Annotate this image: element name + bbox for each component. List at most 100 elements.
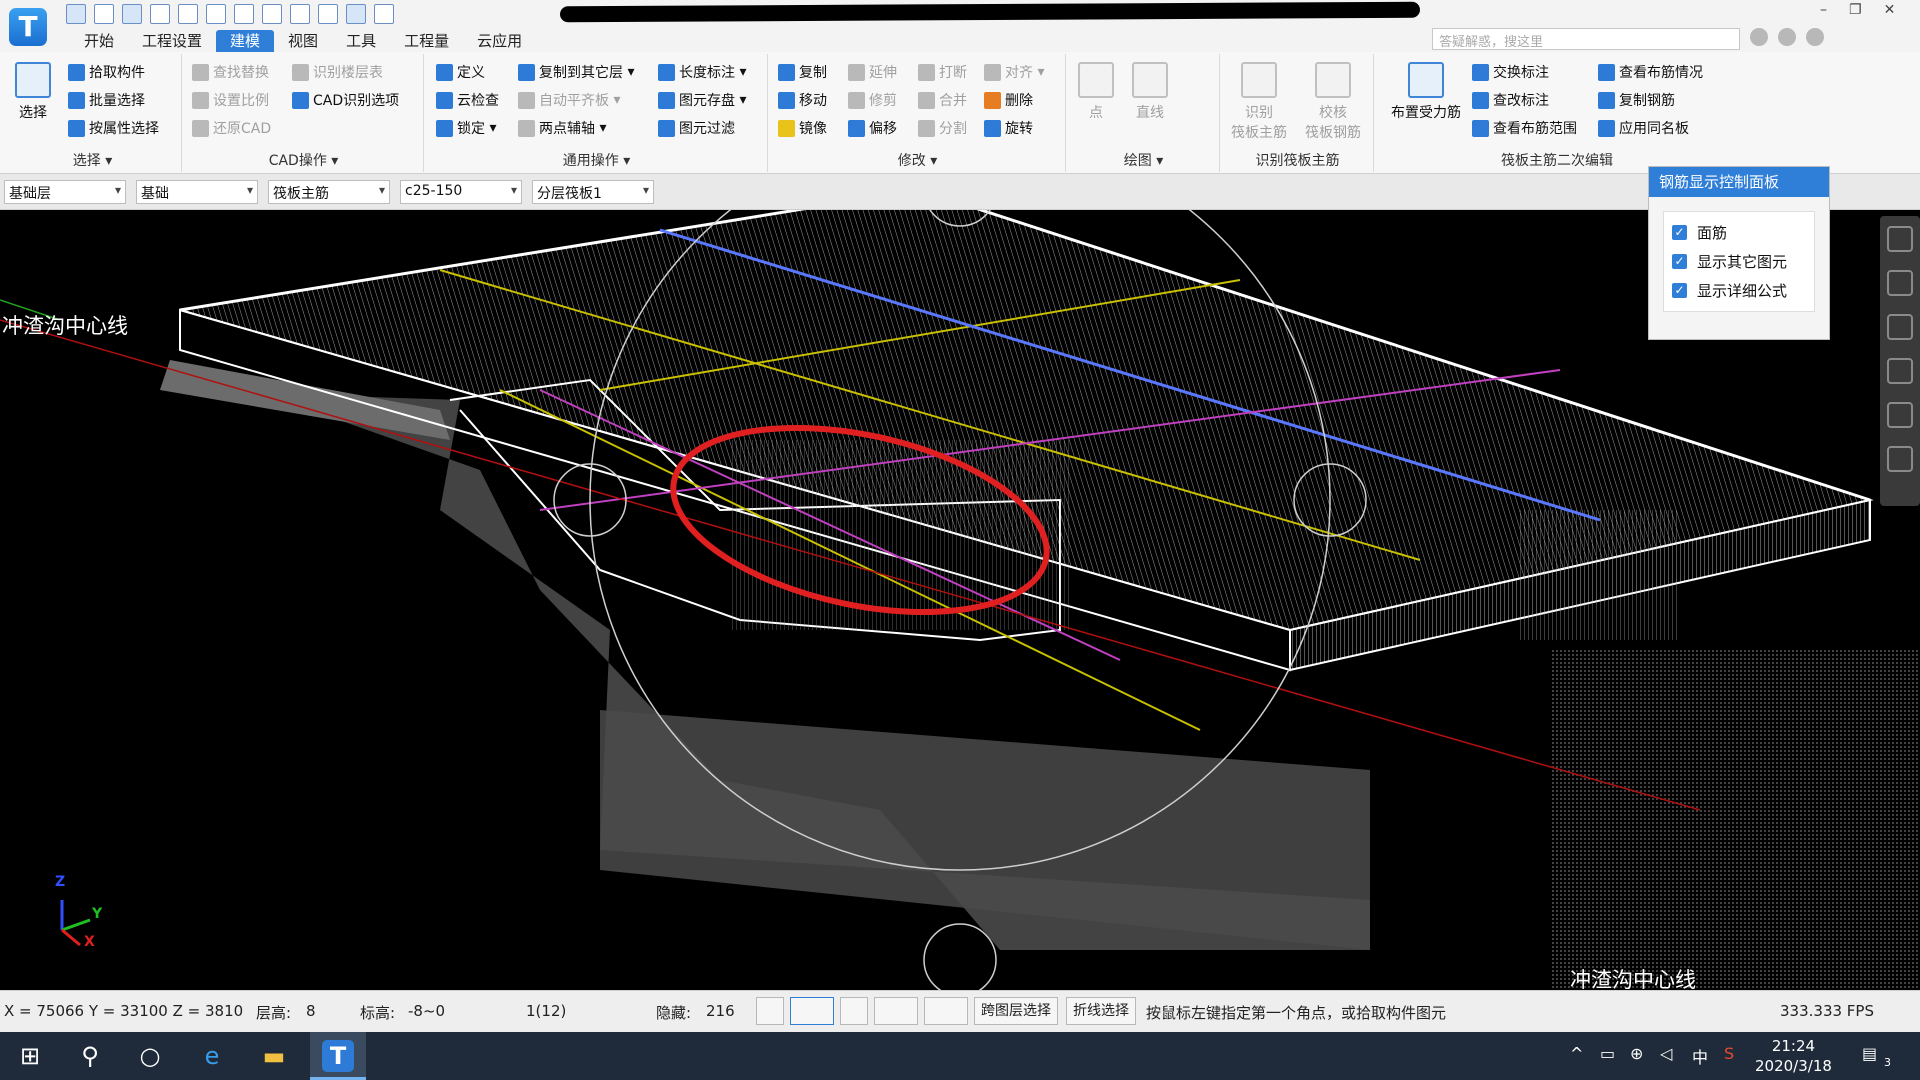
windows-start-icon[interactable]: ⊞: [14, 1040, 46, 1072]
clock[interactable]: 21:24 2020/3/18: [1755, 1036, 1832, 1076]
swap-annotation-button[interactable]: 交换标注: [1472, 60, 1549, 84]
sum-icon[interactable]: [206, 4, 226, 24]
save-icon[interactable]: [66, 4, 86, 24]
tab-start[interactable]: 开始: [70, 30, 128, 52]
layer-select[interactable]: 分层筏板1: [532, 180, 654, 204]
view-rebar-layout-button[interactable]: 查看布筋情况: [1598, 60, 1703, 84]
define-button[interactable]: 定义: [436, 60, 485, 84]
user-icon[interactable]: [1750, 28, 1768, 46]
move-button[interactable]: 移动: [778, 88, 827, 112]
copy-rebar-button[interactable]: 复制钢筋: [1598, 88, 1675, 112]
two-point-axis-button[interactable]: 两点辅轴 ▾: [518, 116, 606, 140]
tab-modeling[interactable]: 建模: [216, 30, 275, 52]
offset-button[interactable]: 偏移: [848, 116, 897, 140]
tab-cloud[interactable]: 云应用: [463, 30, 536, 52]
mirror-button[interactable]: 镜像: [778, 116, 827, 140]
lock-button[interactable]: 锁定 ▾: [436, 116, 496, 140]
modify-group-label[interactable]: 修改 ▾: [770, 150, 1065, 170]
trim-button[interactable]: 修剪: [848, 88, 897, 112]
save-element-button[interactable]: 图元存盘 ▾: [658, 88, 746, 112]
cad-options-button[interactable]: CAD识别选项: [292, 88, 399, 112]
length-dimension-button[interactable]: 长度标注 ▾: [658, 60, 746, 84]
undo-icon[interactable]: [150, 4, 170, 24]
calc-icon[interactable]: [290, 4, 310, 24]
edge-browser-icon[interactable]: e: [196, 1040, 228, 1072]
pick-element-button[interactable]: 拾取构件: [68, 60, 145, 84]
bell-icon[interactable]: [1778, 28, 1796, 46]
tab-project-settings[interactable]: 工程设置: [128, 30, 216, 52]
open-icon[interactable]: [122, 4, 142, 24]
merge-button[interactable]: 合并: [918, 88, 967, 112]
element-select[interactable]: 筏板主筋: [268, 180, 390, 204]
check-raft-rebar-button[interactable]: 校核 筏板钢筋: [1300, 62, 1366, 142]
cad-group-label[interactable]: CAD操作 ▾: [184, 150, 423, 170]
batch-select-button[interactable]: 批量选择: [68, 88, 145, 112]
3d-view-icon[interactable]: [1887, 314, 1913, 340]
copy-button[interactable]: 复制: [778, 60, 827, 84]
checkbox-checked-icon[interactable]: ✓: [1672, 225, 1687, 240]
place-rebar-button[interactable]: 布置受力筋: [1384, 62, 1468, 122]
chat-icon[interactable]: [1806, 28, 1824, 46]
angle-icon[interactable]: [874, 997, 918, 1025]
notification-icon[interactable]: ▤: [1862, 1044, 1877, 1063]
rotate-button[interactable]: 旋转: [984, 116, 1033, 140]
draw-group-label[interactable]: 绘图 ▾: [1068, 150, 1219, 170]
break-button[interactable]: 打断: [918, 60, 967, 84]
select-group-label[interactable]: 选择 ▾: [4, 150, 181, 170]
box-icon[interactable]: [1887, 358, 1913, 384]
cross-icon[interactable]: [840, 997, 868, 1025]
option-show-other-elements[interactable]: ✓ 显示其它图元: [1672, 247, 1806, 276]
split-button[interactable]: 分割: [918, 116, 967, 140]
checkbox-checked-icon[interactable]: ✓: [1672, 254, 1687, 269]
extend-button[interactable]: 延伸: [848, 60, 897, 84]
redo-icon[interactable]: [178, 4, 198, 24]
network-icon[interactable]: ⊕: [1630, 1044, 1643, 1063]
panel-title[interactable]: 钢筋显示控制面板: [1649, 167, 1829, 197]
search-icon[interactable]: ⚲: [74, 1040, 106, 1072]
select-by-attribute-button[interactable]: 按属性选择: [68, 116, 159, 140]
option-top-rebar[interactable]: ✓ 面筋: [1672, 218, 1806, 247]
align-button[interactable]: 对齐 ▾: [984, 60, 1044, 84]
rebar-spec-select[interactable]: c25-150: [400, 180, 522, 204]
new-file-icon[interactable]: [94, 4, 114, 24]
tab-view[interactable]: 视图: [274, 30, 332, 52]
ime-indicator[interactable]: 中: [1692, 1044, 1708, 1068]
general-group-label[interactable]: 通用操作 ▾: [426, 150, 767, 170]
identify-raft-rebar-button[interactable]: 识别 筏板主筋: [1226, 62, 1292, 142]
close-icon[interactable]: ✕: [1884, 2, 1896, 18]
checkbox-checked-icon[interactable]: ✓: [1672, 283, 1687, 298]
edit-annotation-button[interactable]: 查改标注: [1472, 88, 1549, 112]
refresh-icon[interactable]: [1887, 402, 1913, 428]
delete-button[interactable]: 删除: [984, 88, 1033, 112]
file-explorer-icon[interactable]: ▬: [258, 1040, 290, 1072]
tray-chevron-icon[interactable]: ^: [1570, 1044, 1583, 1063]
ortho-icon[interactable]: [756, 997, 784, 1025]
restore-icon[interactable]: ❐: [1849, 2, 1862, 18]
select-button[interactable]: 选择: [10, 62, 56, 122]
box-select-icon[interactable]: [790, 997, 834, 1025]
polyline-select-button[interactable]: 折线选择: [1066, 997, 1136, 1025]
element-type-select[interactable]: 基础: [136, 180, 258, 204]
search-input[interactable]: 答疑解惑，搜这里: [1432, 28, 1740, 50]
volume-icon[interactable]: ◁: [1660, 1044, 1672, 1063]
tab-quantity[interactable]: 工程量: [390, 30, 463, 52]
battery-icon[interactable]: ▭: [1600, 1044, 1615, 1063]
2d-view-icon[interactable]: [1887, 270, 1913, 296]
set-scale-button[interactable]: 设置比例: [192, 88, 269, 112]
floor-select[interactable]: 基础层: [4, 180, 126, 204]
view-report-icon[interactable]: [262, 4, 282, 24]
restore-cad-button[interactable]: 还原CAD: [192, 116, 271, 140]
minimize-icon[interactable]: –: [1820, 2, 1827, 18]
grid-icon[interactable]: [346, 4, 366, 24]
3d-viewport[interactable]: 冲渣沟中心线 冲渣沟中心线 Z Y X: [0, 210, 1920, 990]
app-taskbar-icon[interactable]: T: [322, 1040, 354, 1072]
cross-layer-select-button[interactable]: 跨图层选择: [974, 997, 1058, 1025]
pen-icon[interactable]: [318, 4, 338, 24]
line-button[interactable]: 直线: [1128, 62, 1172, 122]
layers-icon[interactable]: [1887, 446, 1913, 472]
auto-flush-button[interactable]: 自动平齐板 ▾: [518, 88, 620, 112]
snap-icon[interactable]: [924, 997, 968, 1025]
copy-to-layer-button[interactable]: 复制到其它层 ▾: [518, 60, 634, 84]
option-show-formula[interactable]: ✓ 显示详细公式: [1672, 276, 1806, 305]
element-filter-button[interactable]: 图元过滤: [658, 116, 735, 140]
